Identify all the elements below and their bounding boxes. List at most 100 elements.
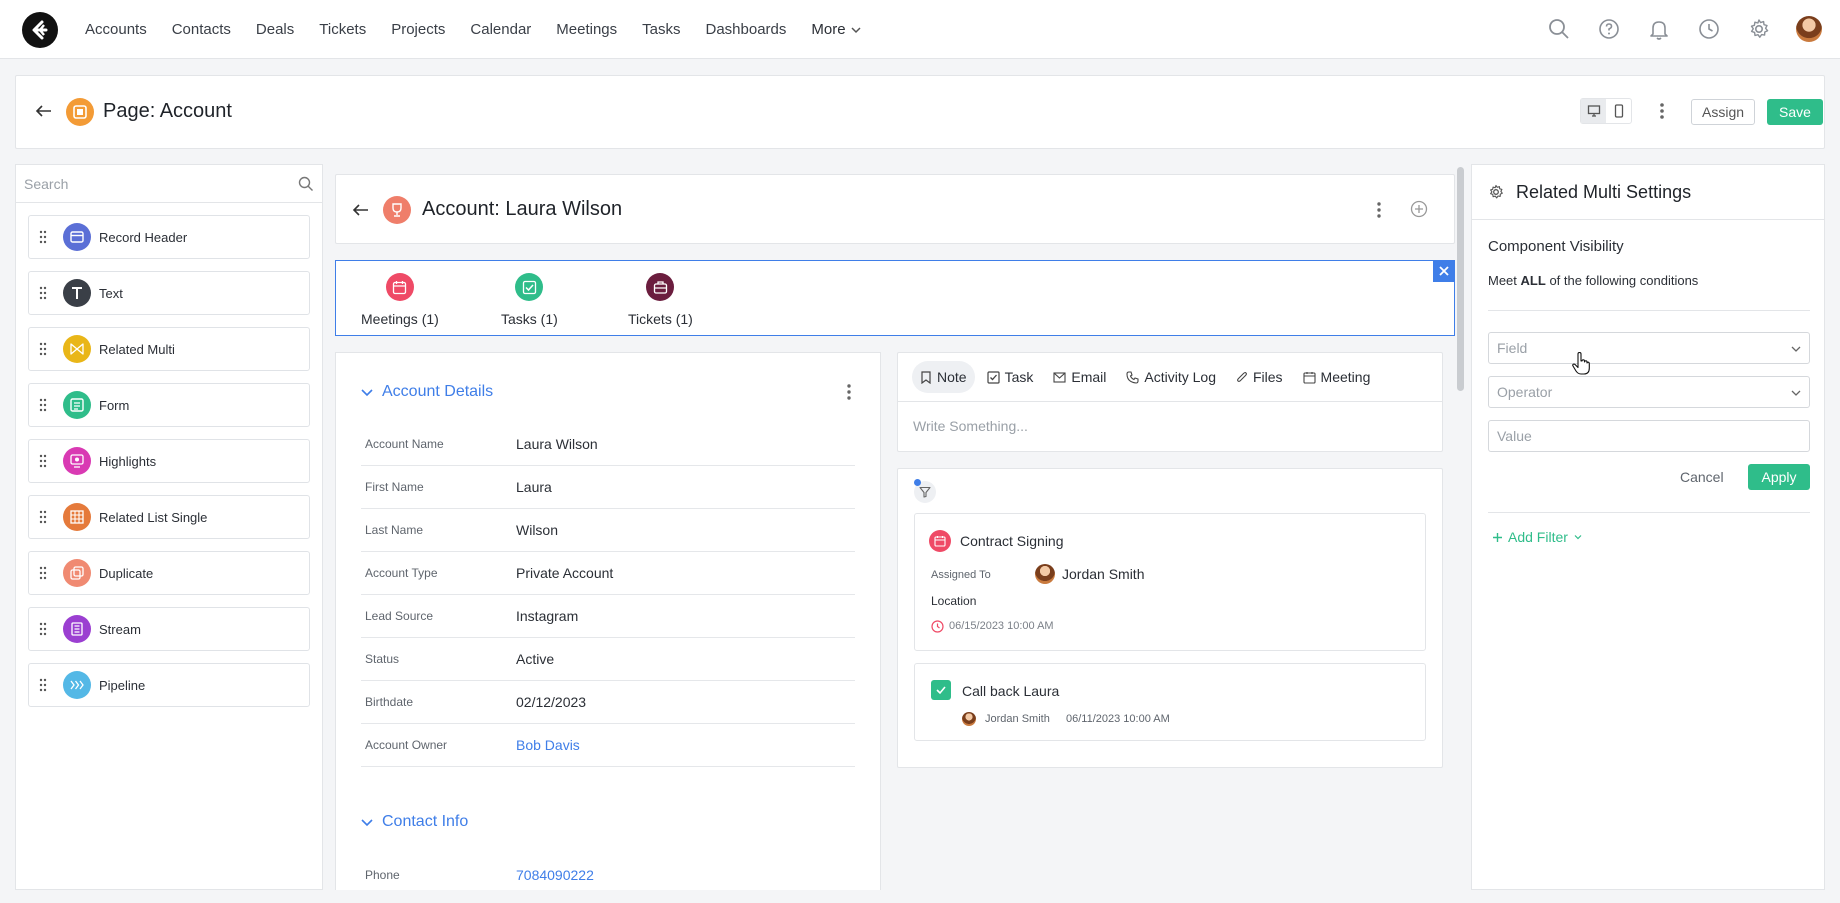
save-button[interactable]: Save bbox=[1767, 99, 1823, 125]
gear-icon[interactable] bbox=[1746, 16, 1772, 42]
nav-calendar[interactable]: Calendar bbox=[470, 21, 531, 38]
meeting-card[interactable]: Contract Signing Assigned To Jordan Smit… bbox=[914, 513, 1426, 651]
drag-handle-icon[interactable] bbox=[29, 510, 57, 524]
related-tab-tasks[interactable]: Tasks (1) bbox=[501, 273, 558, 327]
help-icon[interactable] bbox=[1596, 16, 1622, 42]
top-navigation-bar: Accounts Contacts Deals Tickets Projects… bbox=[0, 0, 1840, 59]
nav-tasks[interactable]: Tasks bbox=[642, 21, 680, 38]
canvas-scrollbar[interactable] bbox=[1457, 167, 1464, 391]
nav-deals[interactable]: Deals bbox=[256, 21, 294, 38]
search-icon[interactable] bbox=[1546, 16, 1572, 42]
drag-handle-icon[interactable] bbox=[29, 454, 57, 468]
nav-meetings[interactable]: Meetings bbox=[556, 21, 617, 38]
cancel-button[interactable]: Cancel bbox=[1680, 469, 1724, 485]
assignee-avatar bbox=[1035, 564, 1055, 584]
calendar-icon bbox=[1302, 371, 1316, 384]
component-related-multi[interactable]: Related Multi bbox=[28, 327, 310, 371]
add-filter-button[interactable]: Add Filter bbox=[1492, 529, 1583, 545]
component-duplicate[interactable]: Duplicate bbox=[28, 551, 310, 595]
task-checkbox[interactable] bbox=[931, 680, 951, 700]
account-details-header[interactable]: Account Details bbox=[360, 383, 493, 401]
drag-handle-icon[interactable] bbox=[29, 566, 57, 580]
desktop-view-icon[interactable] bbox=[1581, 99, 1606, 123]
tab-task[interactable]: Task bbox=[979, 361, 1042, 393]
related-tab-meetings[interactable]: Meetings (1) bbox=[361, 273, 439, 327]
assign-button[interactable]: Assign bbox=[1691, 99, 1756, 125]
more-options-icon[interactable] bbox=[1376, 201, 1382, 219]
drag-handle-icon[interactable] bbox=[29, 622, 57, 636]
related-multi-component[interactable]: Meetings (1) Tasks (1) Tickets (1) bbox=[335, 260, 1455, 336]
drag-handle-icon[interactable] bbox=[29, 398, 57, 412]
component-highlights[interactable]: Highlights bbox=[28, 439, 310, 483]
task-title[interactable]: Call back Laura bbox=[962, 683, 1059, 699]
assignee-name[interactable]: Jordan Smith bbox=[1062, 566, 1144, 582]
drag-handle-icon[interactable] bbox=[29, 286, 57, 300]
more-options-icon[interactable] bbox=[1659, 101, 1665, 121]
tab-note[interactable]: Note bbox=[912, 361, 975, 393]
nav-more-dropdown[interactable]: More bbox=[811, 21, 861, 38]
field-value[interactable]: Wilson bbox=[516, 522, 558, 538]
component-record-header[interactable]: Record Header bbox=[28, 215, 310, 259]
component-text[interactable]: Text bbox=[28, 271, 310, 315]
component-stream[interactable]: Stream bbox=[28, 607, 310, 651]
back-arrow-icon[interactable] bbox=[34, 101, 54, 121]
value-placeholder: Value bbox=[1497, 428, 1532, 444]
record-header[interactable]: Account: Laura Wilson bbox=[335, 174, 1455, 244]
note-input[interactable]: Write Something... bbox=[898, 401, 1442, 451]
field-row: Account Type Private Account bbox=[361, 552, 855, 595]
task-card[interactable]: Call back Laura Jordan Smith 06/11/2023 … bbox=[914, 663, 1426, 741]
nav-accounts[interactable]: Accounts bbox=[85, 21, 147, 38]
add-circle-icon[interactable] bbox=[1410, 200, 1428, 218]
component-label: Record Header bbox=[99, 229, 188, 245]
tab-meeting[interactable]: Meeting bbox=[1295, 361, 1379, 393]
activity-composer: Note Task Email Activity Log Files Meeti… bbox=[897, 352, 1443, 452]
account-owner-link[interactable]: Bob Davis bbox=[516, 737, 580, 753]
phone-link[interactable]: 7084090222 bbox=[516, 867, 594, 883]
field-value[interactable]: Private Account bbox=[516, 565, 613, 581]
value-input[interactable]: Value bbox=[1488, 420, 1810, 452]
user-avatar[interactable] bbox=[1796, 16, 1822, 42]
drag-handle-icon[interactable] bbox=[29, 342, 57, 356]
record-title: Account: Laura Wilson bbox=[422, 198, 623, 220]
condition-mode[interactable]: ALL bbox=[1521, 273, 1546, 288]
operator-select[interactable]: Operator bbox=[1488, 376, 1810, 408]
nav-tickets[interactable]: Tickets bbox=[319, 21, 366, 38]
drag-handle-icon[interactable] bbox=[29, 230, 57, 244]
tab-activity-log[interactable]: Activity Log bbox=[1118, 361, 1224, 393]
field-value[interactable]: Instagram bbox=[516, 608, 578, 624]
field-value[interactable]: Active bbox=[516, 651, 554, 667]
stream-icon bbox=[63, 615, 91, 643]
search-input[interactable] bbox=[24, 173, 284, 195]
related-tab-tickets[interactable]: Tickets (1) bbox=[628, 273, 693, 327]
tab-files[interactable]: Files bbox=[1228, 361, 1291, 393]
search-icon[interactable] bbox=[298, 176, 314, 192]
meeting-title[interactable]: Contract Signing bbox=[960, 533, 1064, 549]
component-related-list-single[interactable]: Related List Single bbox=[28, 495, 310, 539]
contact-info-header[interactable]: Contact Info bbox=[360, 813, 468, 831]
app-logo[interactable] bbox=[22, 12, 58, 48]
related-tab-label: Tickets (1) bbox=[628, 311, 693, 327]
component-form[interactable]: Form bbox=[28, 383, 310, 427]
more-options-icon[interactable] bbox=[846, 383, 852, 401]
nav-contacts[interactable]: Contacts bbox=[172, 21, 231, 38]
component-label: Stream bbox=[99, 621, 141, 637]
drag-handle-icon[interactable] bbox=[29, 678, 57, 692]
field-value[interactable]: 02/12/2023 bbox=[516, 694, 586, 710]
task-assignee[interactable]: Jordan Smith bbox=[985, 713, 1050, 725]
operator-placeholder: Operator bbox=[1497, 384, 1553, 400]
activity-timeline: Contract Signing Assigned To Jordan Smit… bbox=[897, 468, 1443, 768]
account-details-section: Account Details Account Name Laura Wilson… bbox=[335, 352, 881, 890]
field-select[interactable]: Field bbox=[1488, 332, 1810, 364]
apply-button[interactable]: Apply bbox=[1748, 464, 1810, 490]
nav-dashboards[interactable]: Dashboards bbox=[706, 21, 787, 38]
tab-email[interactable]: Email bbox=[1045, 361, 1114, 393]
back-arrow-icon[interactable] bbox=[352, 201, 370, 219]
nav-projects[interactable]: Projects bbox=[391, 21, 445, 38]
close-icon[interactable] bbox=[1433, 260, 1455, 282]
field-value[interactable]: Laura bbox=[516, 479, 552, 495]
mobile-view-icon[interactable] bbox=[1606, 99, 1631, 123]
clock-icon[interactable] bbox=[1696, 16, 1722, 42]
component-pipeline[interactable]: Pipeline bbox=[28, 663, 310, 707]
notification-bell-icon[interactable] bbox=[1646, 16, 1672, 42]
field-value[interactable]: Laura Wilson bbox=[516, 436, 598, 452]
